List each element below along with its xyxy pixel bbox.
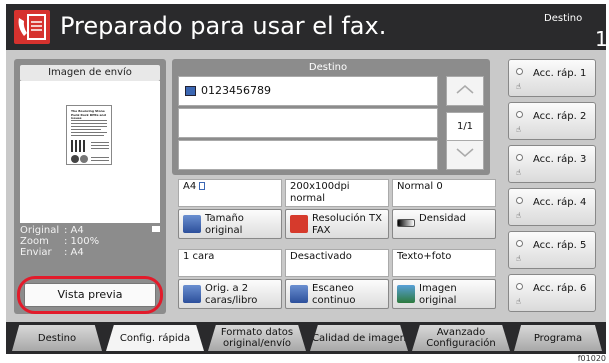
- tab-destino[interactable]: Destino: [12, 325, 102, 351]
- radio-dot-icon: [516, 283, 523, 290]
- destination-entry[interactable]: [178, 140, 438, 170]
- figure-id: f01020: [577, 354, 606, 363]
- destination-count: 1: [595, 27, 608, 51]
- radio-dot-icon: [516, 154, 523, 161]
- portrait-icon: [199, 182, 206, 190]
- send-label: Enviar: [20, 247, 52, 258]
- resolution-icon: [290, 215, 308, 233]
- original-image-value: Texto+foto: [392, 249, 496, 277]
- hand-icon: ☝: [516, 254, 521, 263]
- destination-header: Destino: [308, 62, 348, 73]
- setting-continuous-scan: Desactivado Escaneo continuo: [285, 249, 389, 309]
- document-thumbnail: The Bouncing Stone Punk Rock DPRs and is…: [66, 105, 112, 165]
- duplex-value: 1 cara: [178, 249, 282, 277]
- setting-duplex: 1 cara Orig. a 2 caras/libro: [178, 249, 282, 309]
- duplex-button[interactable]: Orig. a 2 caras/libro: [178, 279, 282, 309]
- hand-icon: ☝: [516, 211, 521, 220]
- density-button[interactable]: Densidad: [392, 209, 496, 239]
- status-title: Preparado para usar el fax.: [60, 12, 387, 40]
- paper-icon: [152, 226, 160, 232]
- tab-calidad-imagen[interactable]: Calidad de imagen: [310, 325, 408, 351]
- resolution-button[interactable]: Resolución TX FAX: [285, 209, 389, 239]
- destination-entry[interactable]: 0123456789: [178, 76, 438, 106]
- hand-icon: ☝: [516, 125, 521, 134]
- page-indicator: 1/1: [446, 112, 484, 142]
- original-image-button[interactable]: Imagen original: [392, 279, 496, 309]
- size-icon: [183, 215, 201, 233]
- chevron-up-icon: [456, 85, 474, 94]
- tab-avanzado[interactable]: Avanzado Configuración: [412, 325, 510, 351]
- setting-density: Normal 0 Densidad: [392, 179, 496, 239]
- quick-dial-3-button[interactable]: ☝ Acc. ráp. 3: [508, 145, 596, 183]
- density-value: Normal 0: [392, 179, 496, 207]
- destination-panel: Destino 0123456789 1/1: [172, 59, 490, 175]
- original-image-icon: [397, 285, 415, 303]
- preview-header: Imagen de envío: [20, 65, 160, 81]
- setting-resolution: 200x100dpi normal Resolución TX FAX: [285, 179, 389, 239]
- preview-panel: Imagen de envío The Bouncing Stone Punk …: [14, 59, 166, 314]
- setting-original-image: Texto+foto Imagen original: [392, 249, 496, 309]
- tab-bar: Destino Config. rápida Formato datos ori…: [6, 322, 606, 354]
- preview-stats: Original : A4 Zoom : 100% Enviar : A4: [20, 225, 99, 258]
- continuous-scan-button[interactable]: Escaneo continuo: [285, 279, 389, 309]
- destination-entry[interactable]: [178, 108, 438, 138]
- phone-number-icon: [185, 86, 196, 96]
- fax-icon: [14, 10, 50, 44]
- zoom-label: Zoom: [20, 236, 49, 247]
- quick-dial-6-button[interactable]: ☝ Acc. ráp. 6: [508, 274, 596, 312]
- original-label: Original: [20, 225, 60, 236]
- scroll-down-button[interactable]: [446, 140, 484, 170]
- original-value: : A4: [64, 225, 84, 236]
- original-size-button[interactable]: Tamaño original: [178, 209, 282, 239]
- resolution-value: 200x100dpi normal: [285, 179, 389, 207]
- continuous-scan-value: Desactivado: [285, 249, 389, 277]
- highlight-ring: [17, 276, 163, 314]
- setting-original-size: A4 Tamaño original: [178, 179, 282, 239]
- quick-dial-1-button[interactable]: ☝ Acc. ráp. 1: [508, 59, 596, 97]
- density-icon: [397, 219, 415, 227]
- main-panel: Imagen de envío The Bouncing Stone Punk …: [6, 50, 606, 322]
- original-size-value: A4: [178, 179, 282, 207]
- preview-image-area: The Bouncing Stone Punk Rock DPRs and is…: [20, 81, 160, 223]
- hand-icon: ☝: [516, 168, 521, 177]
- continuous-scan-icon: [290, 285, 308, 303]
- destination-number: 0123456789: [201, 84, 271, 97]
- radio-dot-icon: [516, 68, 523, 75]
- radio-dot-icon: [516, 240, 523, 247]
- send-value: : A4: [64, 247, 84, 258]
- zoom-value: : 100%: [64, 236, 100, 247]
- hand-icon: ☝: [516, 297, 521, 306]
- duplex-icon: [183, 285, 201, 303]
- tab-config-rapida[interactable]: Config. rápida: [106, 325, 204, 351]
- quick-dial-2-button[interactable]: ☝ Acc. ráp. 2: [508, 102, 596, 140]
- scroll-up-button[interactable]: [446, 76, 484, 106]
- header-bar: Preparado para usar el fax. Destino 1: [6, 4, 608, 51]
- quick-dial-5-button[interactable]: ☝ Acc. ráp. 5: [508, 231, 596, 269]
- hand-icon: ☝: [516, 82, 521, 91]
- chevron-down-icon: [456, 148, 474, 157]
- tab-programa[interactable]: Programa: [514, 325, 602, 351]
- radio-dot-icon: [516, 111, 523, 118]
- destination-count-label: Destino: [544, 13, 583, 24]
- quick-dial-4-button[interactable]: ☝ Acc. ráp. 4: [508, 188, 596, 226]
- tab-formato-datos[interactable]: Formato datos original/envío: [208, 325, 306, 351]
- radio-dot-icon: [516, 197, 523, 204]
